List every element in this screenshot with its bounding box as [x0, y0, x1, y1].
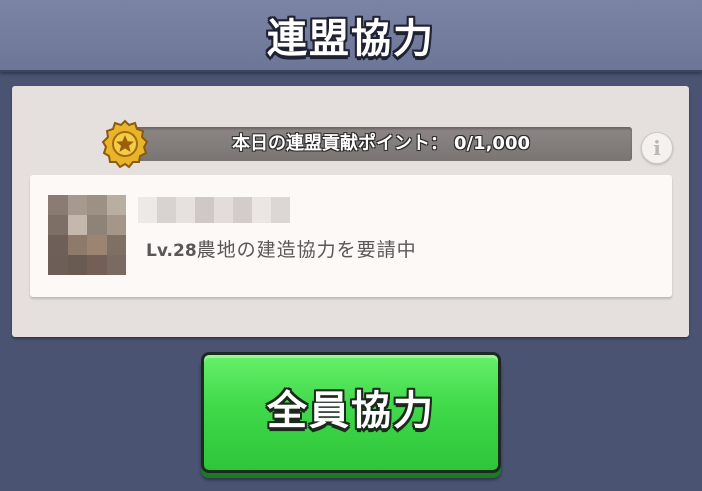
cooperate-all-label: 全員協力	[267, 388, 435, 434]
contribution-points-bar: 本日の連盟貢献ポイント： 0/1,000	[130, 127, 632, 161]
request-level: Lv.28	[146, 241, 197, 261]
contribution-points-value: 0/1,000	[453, 133, 531, 154]
info-icon[interactable]: i	[641, 132, 673, 164]
contribution-points-label: 本日の連盟貢献ポイント：	[231, 133, 448, 154]
help-request-card: Lv.28農地の建造協力を要請中	[30, 175, 672, 297]
player-avatar	[48, 195, 126, 275]
request-message: Lv.28農地の建造協力を要請中	[146, 235, 436, 266]
request-description: 農地の建造協力を要請中	[196, 239, 417, 261]
header-bar: 連盟協力	[0, 0, 702, 72]
alliance-help-panel: 本日の連盟貢献ポイント： 0/1,000 i Lv.28農地の建造協力を要請中	[12, 86, 689, 337]
player-name-obscured	[138, 197, 290, 223]
cooperate-all-button[interactable]: 全員協力	[201, 352, 501, 473]
medal-icon	[100, 119, 150, 169]
page-title: 連盟協力	[267, 16, 435, 62]
contribution-points-text: 本日の連盟貢献ポイント： 0/1,000	[130, 127, 632, 161]
